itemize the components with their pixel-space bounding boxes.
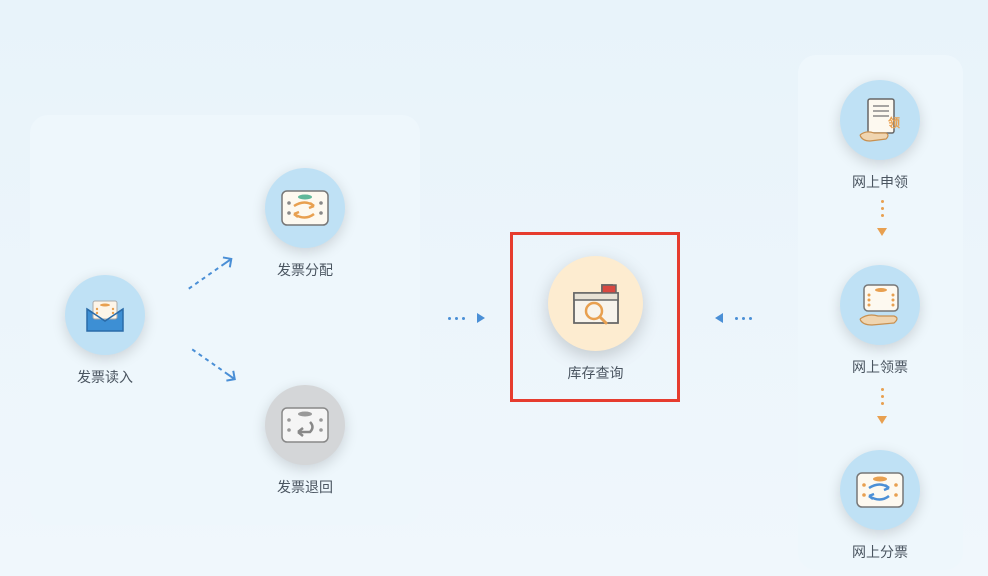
node-online-receive[interactable]: 网上领票	[840, 265, 920, 377]
node-online-apply[interactable]: 领 网上申领	[840, 80, 920, 192]
node-label: 发票读入	[77, 367, 133, 387]
node-invoice-return[interactable]: 发票退回	[265, 385, 345, 497]
arrow-to-center-left	[715, 313, 752, 323]
inventory-search-icon	[548, 256, 643, 351]
ticket-hand-icon	[840, 265, 920, 345]
node-invoice-read-in[interactable]: 发票读入	[65, 275, 145, 387]
document-hand-icon: 领	[840, 80, 920, 160]
node-label: 库存查询	[568, 363, 624, 383]
invoice-envelope-icon	[65, 275, 145, 355]
node-label: 发票分配	[277, 260, 333, 280]
arrow-down-1	[877, 200, 887, 236]
node-label: 网上分票	[852, 542, 908, 562]
svg-text:领: 领	[888, 115, 900, 130]
arrow-to-center-right	[448, 313, 485, 323]
node-inventory-query[interactable]: 库存查询	[548, 256, 643, 383]
invoice-back-icon	[265, 385, 345, 465]
node-label: 网上申领	[852, 172, 908, 192]
node-invoice-distribute[interactable]: 发票分配	[265, 168, 345, 280]
node-online-split[interactable]: 网上分票	[840, 450, 920, 562]
ticket-split-icon	[840, 450, 920, 530]
arrow-down-2	[877, 388, 887, 424]
node-label: 网上领票	[852, 357, 908, 377]
invoice-swap-icon	[265, 168, 345, 248]
node-label: 发票退回	[277, 477, 333, 497]
